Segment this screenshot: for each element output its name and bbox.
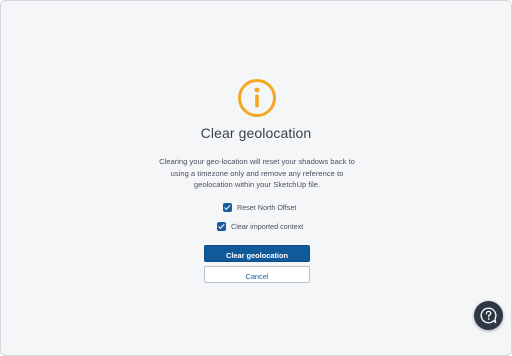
dialog-title: Clear geolocation: [200, 125, 312, 141]
reset-north-offset-option[interactable]: Reset North Offset: [223, 203, 296, 212]
reset-north-offset-label: Reset North Offset: [237, 203, 297, 212]
clear-imported-context-checkbox[interactable]: [217, 222, 226, 231]
info-icon: [238, 79, 276, 117]
dialog-description: Clearing your geo-location will reset yo…: [159, 157, 355, 189]
reset-north-offset-checkbox[interactable]: [223, 203, 232, 212]
clear-geolocation-button[interactable]: Clear geolocation: [204, 245, 310, 262]
cancel-button[interactable]: Cancel: [204, 266, 310, 283]
clear-geolocation-dialog: Clear geolocation Clearing your geo-loca…: [0, 0, 512, 356]
clear-imported-context-option[interactable]: Clear imported context: [217, 222, 303, 231]
clear-imported-context-label: Clear imported context: [231, 222, 304, 231]
question-help-icon: [480, 307, 497, 324]
help-button[interactable]: [474, 301, 503, 330]
